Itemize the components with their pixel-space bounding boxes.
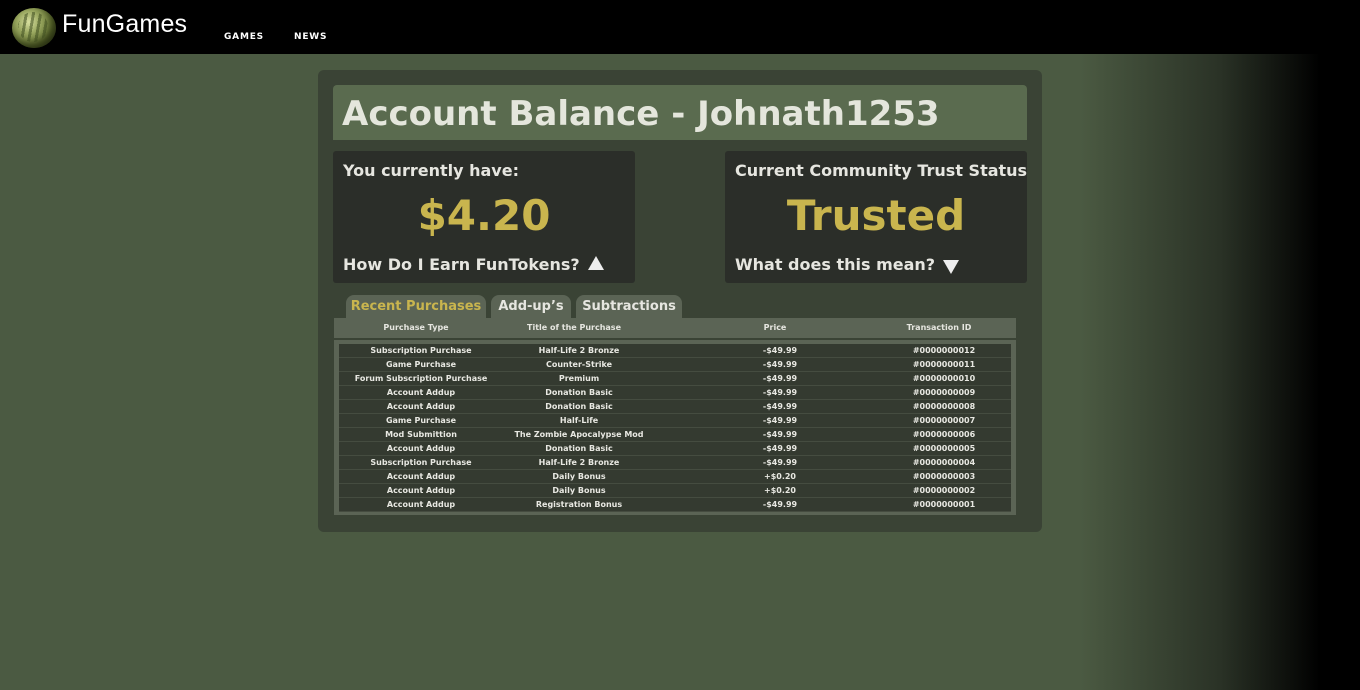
purchase-type-cell: Mod Submittion [385,430,457,439]
table-row[interactable]: Account Addup Donation Basic -$49.99 #00000… [339,400,1011,414]
purchase-title-cell: Registration Bonus [535,500,623,509]
table-row[interactable]: Account Addup Registration Bonus -$49.99 #0… [339,498,1011,512]
price-cell: -$49.99 [762,416,798,425]
purchase-title-cell: Half-Life 2 Bronze [538,346,620,355]
purchase-type-cell: Account Addup [386,500,456,509]
table-row[interactable]: Game Purchase Half-Life -$49.99 #0000000007 [339,414,1011,428]
column-header-purchase-type[interactable]: Purchase Type [334,318,498,338]
table-row[interactable]: Subscription Purchase Half-Life 2 Bronze -… [339,456,1011,470]
account-panel: Account Balance - Johnath1253 You curren… [318,70,1042,532]
transaction-id-cell: #0000000001 [912,500,976,509]
transaction-id-cell: #0000000004 [912,458,976,467]
earn-funtokens-label[interactable]: How Do I Earn FunTokens? [343,255,580,274]
purchase-type-cell: Account Addup [386,402,456,411]
purchase-title-cell: Donation Basic [545,444,613,453]
transactions-table-body[interactable]: Subscription Purchase Half-Life 2 Bronze -… [339,344,1011,512]
transaction-id-cell: #0000000002 [912,486,976,495]
price-cell: -$49.99 [762,346,798,355]
transaction-id-cell: #0000000005 [912,444,976,453]
purchase-type-cell: Game Purchase [385,416,457,425]
table-row[interactable]: Account Addup Donation Basic -$49.99 #00000… [339,386,1011,400]
trust-info-toggle[interactable]: What does this mean? [735,255,960,274]
transaction-id-cell: #0000000011 [912,360,976,369]
triangle-up-icon[interactable] [587,256,604,270]
column-header-price[interactable]: Price [692,318,858,338]
table-row[interactable]: Mod Submittion The Zombie Apocalypse Mod -… [339,428,1011,442]
balance-label: You currently have: [343,161,519,180]
page-title: Account Balance - Johnath1253 [342,94,940,134]
purchase-title-cell: Premium [558,374,600,383]
balance-box: You currently have: $4.20 How Do I Earn … [333,151,635,283]
price-cell: -$49.99 [762,360,798,369]
transaction-id-cell: #0000000012 [912,346,976,355]
table-row[interactable]: Forum Subscription Purchase Premium -$49.9… [339,372,1011,386]
triangle-down-icon[interactable] [943,260,960,274]
transaction-id-cell: #0000000008 [912,402,976,411]
table-header: Purchase Type Title of the Purchase Pric… [334,318,1016,338]
title-bar: Account Balance - Johnath1253 [333,85,1027,140]
purchase-type-cell: Account Addup [386,486,456,495]
trust-info-label[interactable]: What does this mean? [735,255,935,274]
watermelon-logo-icon[interactable] [12,8,56,48]
transactions-table: Subscription Purchase Half-Life 2 Bronze -… [334,340,1016,515]
trust-status-label: Current Community Trust Status [735,161,1028,180]
nav-games-link[interactable]: GAMES [224,32,264,42]
brand-name[interactable]: FunGames [62,10,187,39]
purchase-type-cell: Subscription Purchase [370,458,472,467]
trust-status-box: Current Community Trust Status Trusted W… [725,151,1027,283]
table-row[interactable]: Account Addup Donation Basic -$49.99 #00000… [339,442,1011,456]
top-navigation-bar: FunGames GAMES NEWS [0,0,1360,54]
purchase-title-cell: Counter-Strike [545,360,613,369]
earn-funtokens-toggle[interactable]: How Do I Earn FunTokens? [343,255,604,274]
purchase-title-cell: The Zombie Apocalypse Mod [514,430,644,439]
table-row[interactable]: Subscription Purchase Half-Life 2 Bronze -… [339,344,1011,358]
column-header-transaction-id[interactable]: Transaction ID [856,318,1022,338]
nav-news-link[interactable]: NEWS [294,32,327,42]
tab-add-ups[interactable]: Add-up’s [491,295,571,319]
transaction-id-cell: #0000000010 [912,374,976,383]
price-cell: -$49.99 [762,374,798,383]
price-cell: -$49.99 [762,500,798,509]
transaction-id-cell: #0000000006 [912,430,976,439]
purchase-title-cell: Half-Life 2 Bronze [538,458,620,467]
purchase-type-cell: Account Addup [386,472,456,481]
purchase-title-cell: Daily Bonus [552,486,606,495]
purchase-type-cell: Account Addup [386,444,456,453]
transaction-id-cell: #0000000003 [912,472,976,481]
tab-recent-purchases[interactable]: Recent Purchases [346,295,486,319]
price-cell: -$49.99 [762,430,798,439]
transaction-id-cell: #0000000009 [912,388,976,397]
trust-status-value: Trusted [786,191,966,240]
table-row[interactable]: Account Addup Daily Bonus +$0.20 #000000000… [339,470,1011,484]
column-header-title[interactable]: Title of the Purchase [492,318,656,338]
transaction-id-cell: #0000000007 [912,416,976,425]
price-cell: +$0.20 [763,472,796,481]
purchase-title-cell: Donation Basic [545,388,613,397]
purchase-type-cell: Forum Subscription Purchase [354,374,488,383]
purchase-title-cell: Donation Basic [545,402,613,411]
price-cell: +$0.20 [763,486,796,495]
purchase-type-cell: Game Purchase [385,360,457,369]
price-cell: -$49.99 [762,388,798,397]
purchase-type-cell: Account Addup [386,388,456,397]
purchase-title-cell: Daily Bonus [552,472,606,481]
table-row[interactable]: Game Purchase Counter-Strike -$49.99 #00000… [339,358,1011,372]
purchase-title-cell: Half-Life [559,416,599,425]
price-cell: -$49.99 [762,402,798,411]
tab-subtractions[interactable]: Subtractions [576,295,682,319]
price-cell: -$49.99 [762,458,798,467]
table-row[interactable]: Account Addup Daily Bonus +$0.20 #000000000… [339,484,1011,498]
price-cell: -$49.99 [762,444,798,453]
balance-value: $4.20 [417,191,551,240]
purchase-type-cell: Subscription Purchase [370,346,472,355]
